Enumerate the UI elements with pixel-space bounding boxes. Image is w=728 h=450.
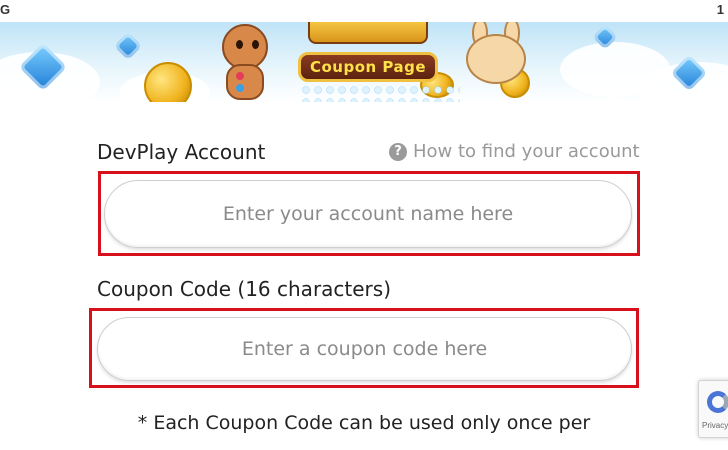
account-name-input[interactable] [104, 180, 632, 248]
status-right-text: 1 [716, 2, 724, 17]
coupon-code-input[interactable] [97, 317, 632, 381]
coupon-code-label: Coupon Code (16 characters) [97, 277, 392, 301]
account-label: DevPlay Account [97, 140, 266, 164]
logo-crown [308, 22, 428, 44]
recaptcha-icon [707, 391, 728, 413]
coin-icon [144, 62, 192, 102]
status-left-text: G [0, 2, 11, 17]
recaptcha-badge[interactable]: Privacy [698, 380, 728, 438]
gem-icon [113, 31, 143, 61]
bunny-character [458, 22, 538, 102]
gingerbread-character [212, 24, 278, 100]
how-to-find-account-link[interactable]: ? How to find your account [389, 141, 640, 162]
pearl-pile [300, 84, 460, 102]
status-bar: G 1 [0, 0, 728, 22]
recaptcha-label: Privacy [702, 421, 728, 430]
question-circle-icon: ? [389, 142, 407, 161]
coupon-usage-note: * Each Coupon Code can be used only once… [137, 412, 591, 434]
coupon-page-logo: Coupon Page [298, 52, 438, 82]
coupon-banner: Coupon Page [0, 22, 728, 102]
coupon-form: DevPlay Account ? How to find your accou… [0, 102, 728, 450]
logo-text: Coupon Page [309, 58, 427, 76]
help-link-text: How to find your account [413, 141, 640, 162]
